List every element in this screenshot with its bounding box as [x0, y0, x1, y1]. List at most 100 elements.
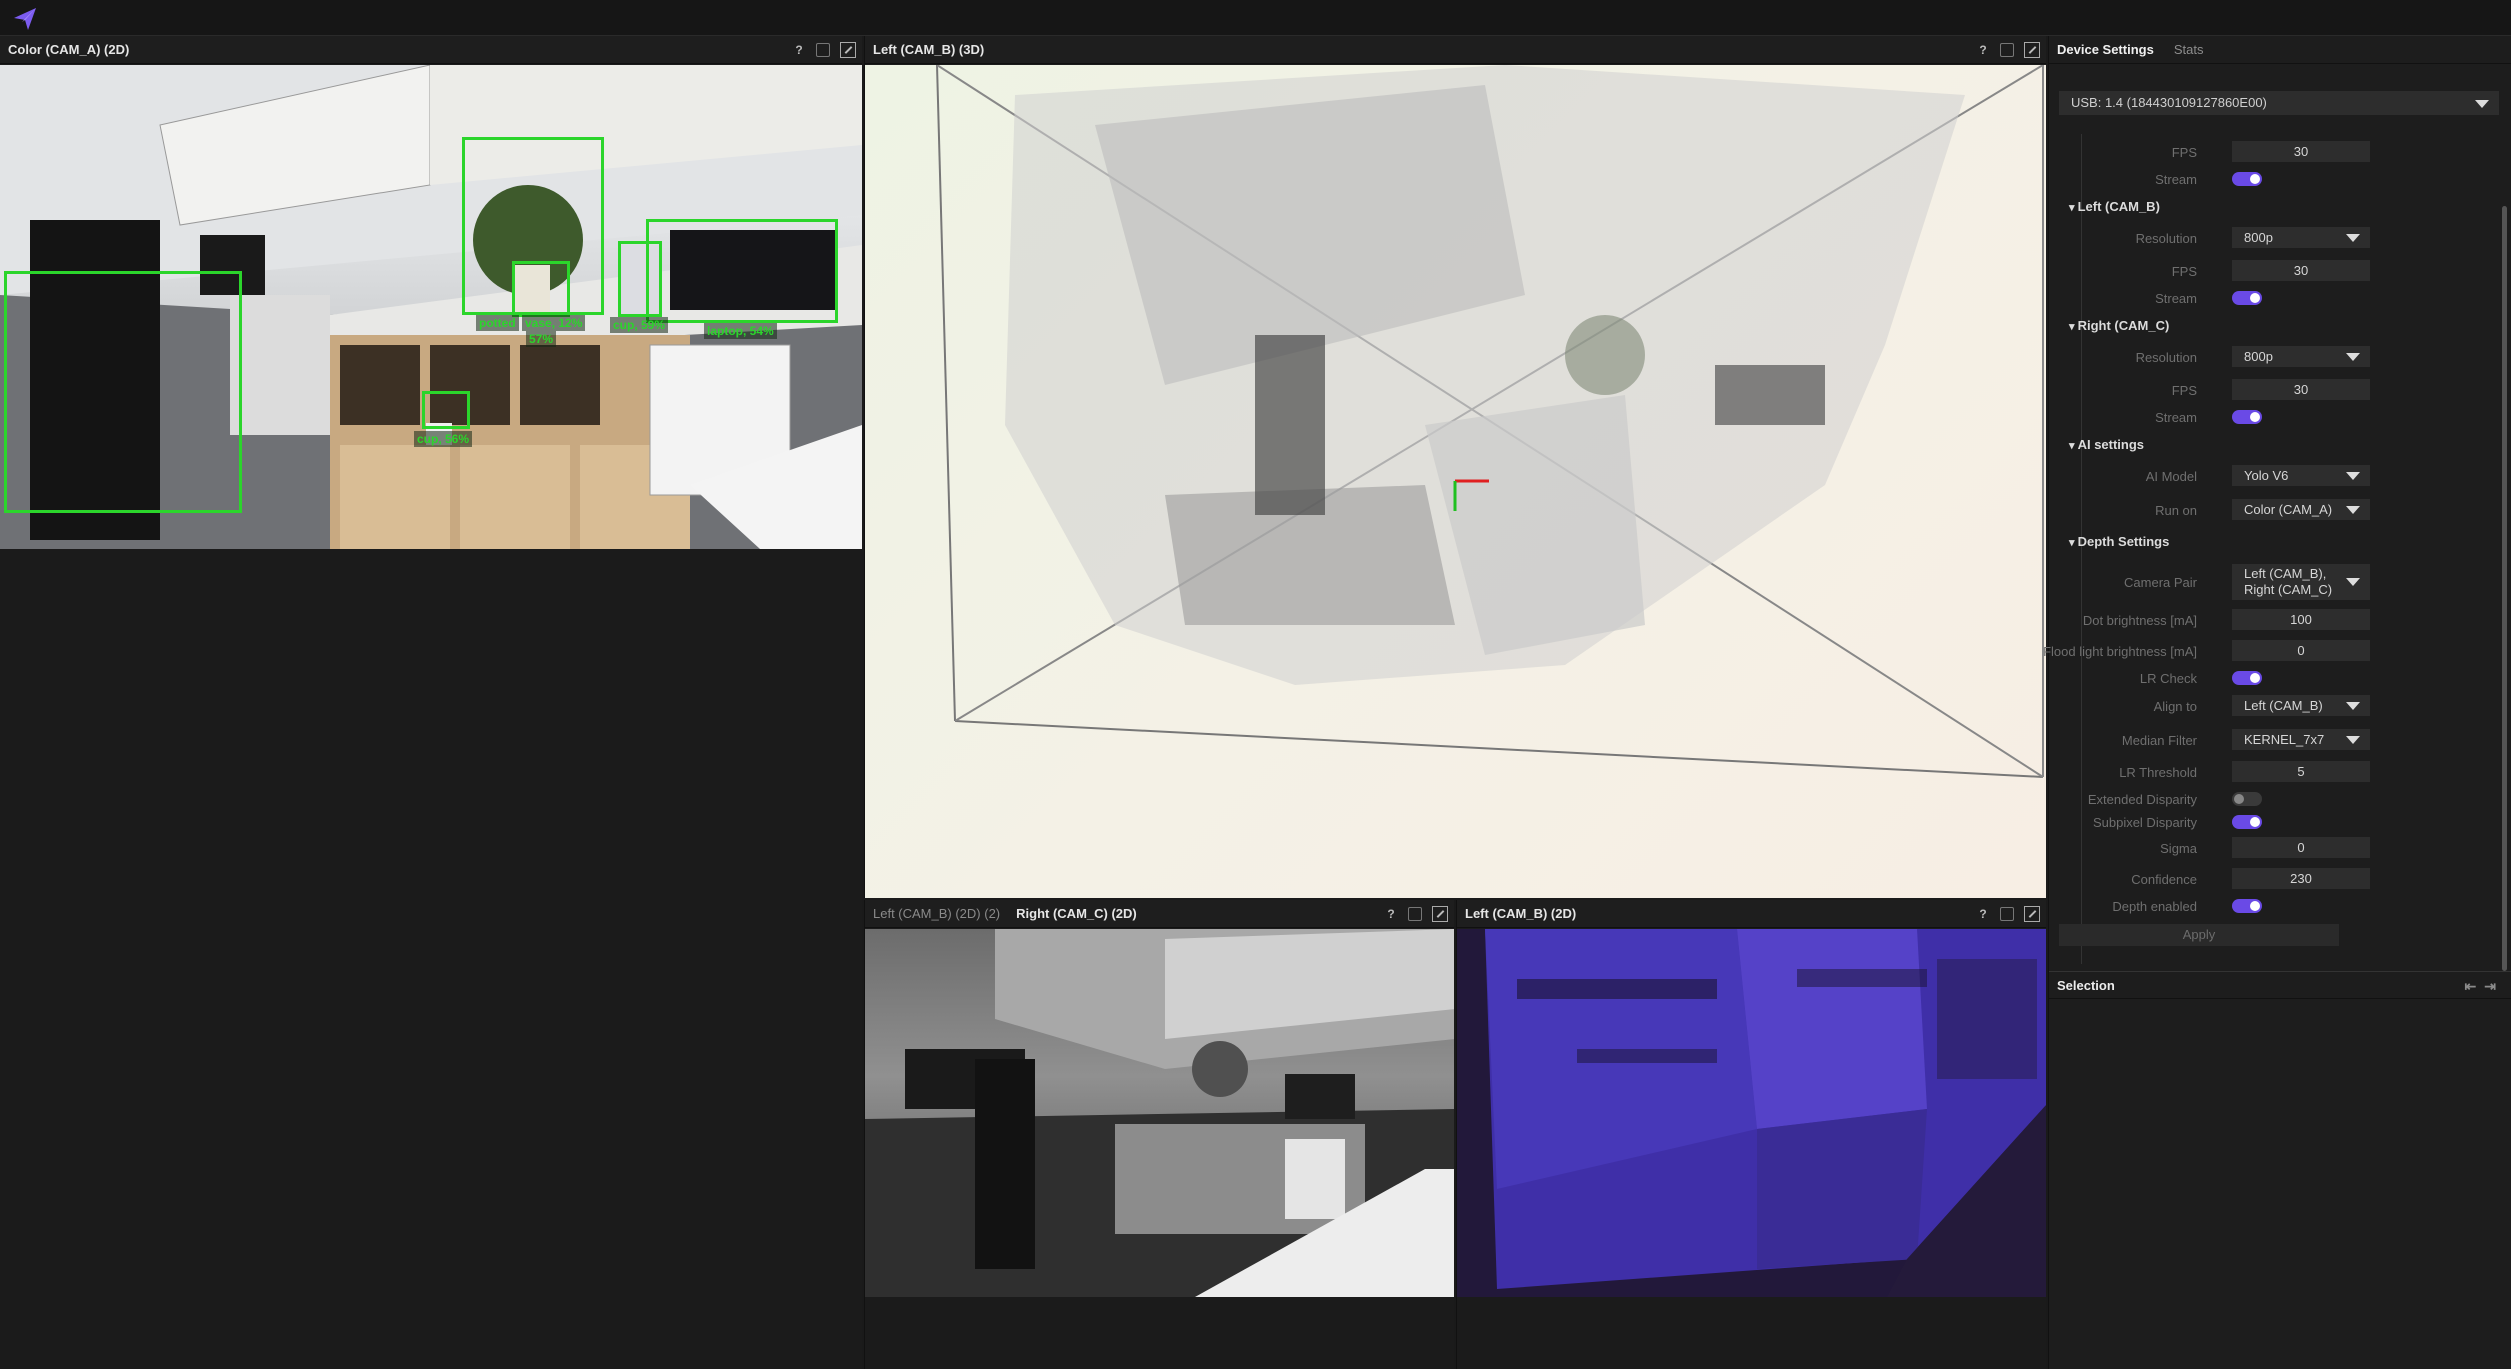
luxonis-logo-icon[interactable]: [10, 4, 40, 32]
tab-left-cam-2d-2[interactable]: Left (CAM_B) (2D) (2): [873, 906, 1000, 921]
color-cam-panel: Color (CAM_A) (2D) ? potted vase, 12% 57…: [0, 36, 862, 1369]
panel-title: Color (CAM_A) (2D): [8, 42, 130, 57]
help-icon[interactable]: ?: [1976, 42, 1990, 58]
window-icon[interactable]: [1408, 907, 1422, 921]
panel-header: Left (CAM_B) (2D) ?: [1457, 900, 2046, 928]
ai-model-value: Yolo V6: [2244, 468, 2289, 483]
align-to-value: Left (CAM_B): [2244, 698, 2323, 713]
help-icon[interactable]: ?: [1976, 906, 1990, 922]
median-filter-row: Median Filter KERNEL_7x7: [2049, 728, 2489, 752]
expand-icon[interactable]: [840, 42, 856, 58]
stream-toggle[interactable]: [2232, 172, 2262, 186]
panel-header: Left (CAM_B) (2D) (2) Right (CAM_C) (2D)…: [865, 900, 1454, 928]
resolution-select[interactable]: 800p: [2232, 227, 2370, 248]
chevron-down-icon: [2346, 506, 2360, 514]
detection-label: 57%: [526, 331, 557, 347]
subpixel-disparity-label: Subpixel Disparity: [2092, 815, 2197, 830]
detection-box-cup-2[interactable]: [422, 391, 470, 429]
confidence-input[interactable]: 230: [2232, 868, 2370, 889]
stream-toggle[interactable]: [2232, 291, 2262, 305]
help-icon[interactable]: ?: [1384, 906, 1398, 922]
align-to-select[interactable]: Left (CAM_B): [2232, 695, 2370, 716]
tab-stats[interactable]: Stats: [2174, 42, 2204, 57]
chevron-down-icon: [2346, 353, 2360, 361]
sigma-input[interactable]: 0: [2232, 837, 2370, 858]
run-on-label: Run on: [2155, 503, 2197, 518]
extended-disparity-row: Extended Disparity: [2049, 787, 2489, 811]
selection-header: Selection ⇤⇥: [2049, 971, 2511, 999]
ai-model-row: AI Model Yolo V6: [2049, 464, 2489, 488]
expand-icon[interactable]: [1432, 906, 1448, 922]
panel-title: Left (CAM_B) (3D): [873, 42, 985, 57]
color-stream-row: Stream: [2049, 167, 2489, 191]
depth-enabled-label: Depth enabled: [2112, 899, 2197, 914]
lr-threshold-row: LR Threshold 5: [2049, 760, 2489, 784]
depth-enabled-row: Depth enabled: [2049, 894, 2489, 918]
detection-box-laptop[interactable]: [646, 219, 838, 323]
median-filter-value: KERNEL_7x7: [2244, 732, 2325, 747]
left-resolution-row: Resolution 800p: [2049, 226, 2489, 250]
ai-model-select[interactable]: Yolo V6: [2232, 465, 2370, 486]
point-cloud-view[interactable]: [865, 65, 2046, 898]
sidebar-scrollbar[interactable]: [2502, 206, 2507, 971]
median-filter-select[interactable]: KERNEL_7x7: [2232, 729, 2370, 750]
detection-box-vase[interactable]: [512, 261, 570, 317]
detection-label: cup, 56%: [414, 431, 473, 447]
extended-disparity-toggle[interactable]: [2232, 792, 2262, 806]
apply-button[interactable]: Apply: [2059, 924, 2339, 946]
fps-input[interactable]: 30: [2232, 260, 2370, 281]
fps-label: FPS: [2171, 145, 2197, 160]
subpixel-disparity-toggle[interactable]: [2232, 815, 2262, 829]
expand-icon[interactable]: [2024, 42, 2040, 58]
collapse-arrows-icon[interactable]: ⇤⇥: [2465, 972, 2504, 1000]
tab-device-settings[interactable]: Device Settings: [2057, 42, 2154, 57]
depth-view[interactable]: [1457, 929, 2046, 1297]
right-resolution-row: Resolution 800p: [2049, 345, 2489, 369]
flood-brightness-input[interactable]: 0: [2232, 640, 2370, 661]
device-select[interactable]: USB: 1.4 (184430109127860E00): [2059, 91, 2499, 115]
chevron-down-icon: [2346, 234, 2360, 242]
window-icon[interactable]: [2000, 907, 2014, 921]
align-to-row: Align to Left (CAM_B): [2049, 694, 2489, 718]
section-ai-settings[interactable]: AI settings: [2069, 437, 2144, 452]
right-camera-view[interactable]: [865, 929, 1454, 1297]
lr-check-label: LR Check: [2139, 671, 2197, 686]
detection-box-chair[interactable]: [4, 271, 242, 513]
stream-toggle[interactable]: [2232, 410, 2262, 424]
fps-label: FPS: [2171, 264, 2197, 279]
tab-right-cam-2d[interactable]: Right (CAM_C) (2D): [1016, 906, 1137, 921]
dot-brightness-input[interactable]: 100: [2232, 609, 2370, 630]
lr-threshold-input[interactable]: 5: [2232, 761, 2370, 782]
section-right-cam[interactable]: Right (CAM_C): [2069, 318, 2170, 333]
run-on-select[interactable]: Color (CAM_A): [2232, 499, 2370, 520]
depth-enabled-toggle[interactable]: [2232, 899, 2262, 913]
color-camera-view[interactable]: potted vase, 12% 57% cup, 59% laptop, 54…: [0, 65, 862, 549]
fps-input[interactable]: 30: [2232, 141, 2370, 162]
right-stream-row: Stream: [2049, 405, 2489, 429]
chevron-down-icon: [2346, 472, 2360, 480]
expand-icon[interactable]: [2024, 906, 2040, 922]
resolution-label: Resolution: [2135, 350, 2197, 365]
resolution-value: 800p: [2244, 230, 2273, 245]
section-left-cam[interactable]: Left (CAM_B): [2069, 199, 2160, 214]
chevron-down-icon: [2475, 100, 2489, 108]
fps-input[interactable]: 30: [2232, 379, 2370, 400]
chevron-down-icon: [2346, 736, 2360, 744]
camera-pair-label: Camera Pair: [2124, 575, 2197, 590]
right-fps-row: FPS 30: [2049, 378, 2489, 402]
camera-pair-select[interactable]: Left (CAM_B), Right (CAM_C): [2232, 564, 2370, 600]
settings-sidebar: Device Settings Stats USB: 1.4 (18443010…: [2043, 36, 2511, 1369]
help-icon[interactable]: ?: [792, 42, 806, 58]
color-fps-row: FPS 30: [2049, 140, 2489, 164]
resolution-select[interactable]: 800p: [2232, 346, 2370, 367]
sigma-label: Sigma: [2160, 841, 2197, 856]
detection-label: potted: [476, 315, 519, 331]
depth-map-image: [1485, 929, 2046, 1297]
window-icon[interactable]: [2000, 43, 2014, 57]
section-depth-settings[interactable]: Depth Settings: [2069, 534, 2170, 549]
window-icon[interactable]: [816, 43, 830, 57]
lr-threshold-label: LR Threshold: [2119, 765, 2197, 780]
panel-title: Left (CAM_B) (2D): [1465, 906, 1577, 921]
lr-check-toggle[interactable]: [2232, 671, 2262, 685]
align-to-label: Align to: [2153, 699, 2197, 714]
